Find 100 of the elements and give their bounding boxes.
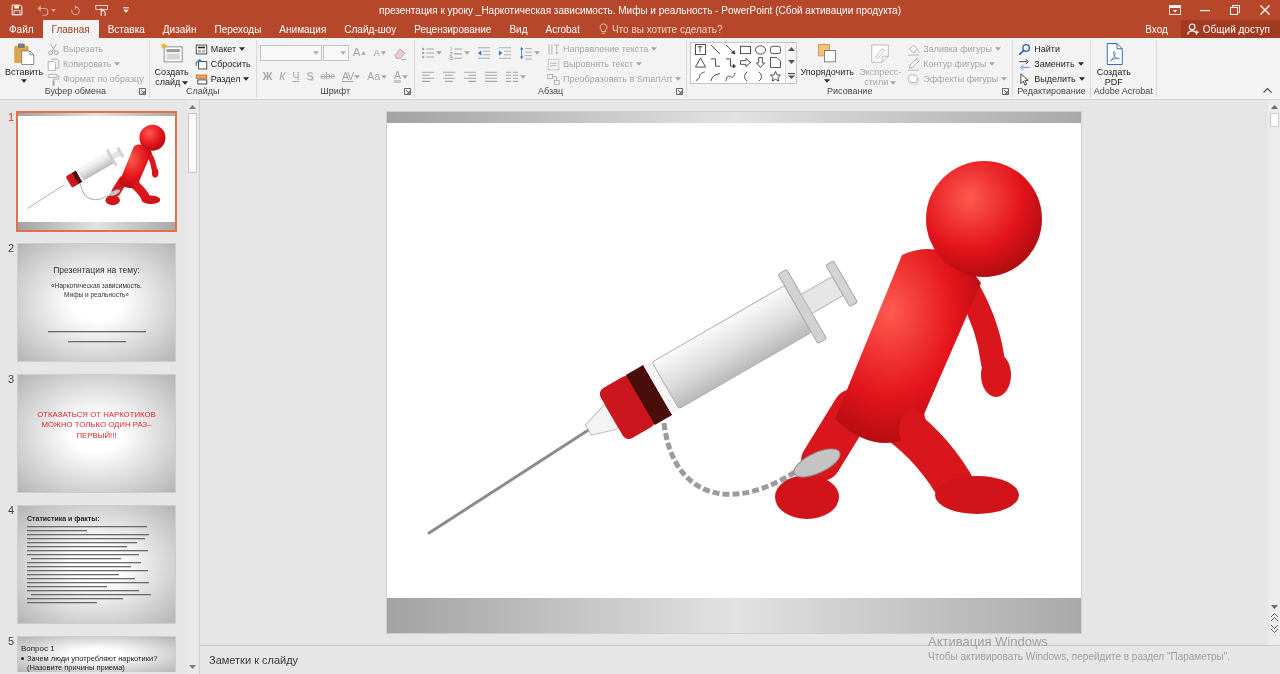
caret-icon [51, 8, 56, 12]
bullet-list-icon [421, 45, 436, 60]
notes-field[interactable]: Заметки к слайду [209, 654, 769, 666]
hand-pointer-icon [95, 3, 109, 17]
ribbon-tab[interactable]: Файл [0, 20, 43, 38]
create-pdf-button[interactable]: Создать PDF [1093, 41, 1134, 87]
sign-in-link[interactable]: Вход [1136, 20, 1177, 38]
scroll-up-icon[interactable] [189, 105, 196, 109]
arrow-icon[interactable] [725, 44, 737, 55]
pencil-icon [907, 57, 921, 71]
lightbulb-icon [598, 23, 608, 35]
reset-button[interactable]: Сбросить [192, 57, 253, 71]
slide-number: 4 [7, 504, 16, 517]
chevron-up-icon[interactable] [1263, 88, 1272, 93]
align-right-icon [463, 69, 478, 84]
ribbon-tab[interactable]: Acrobat [536, 20, 589, 38]
new-slide-button[interactable]: Создать слайд [152, 41, 191, 87]
elbow-connector-icon[interactable] [710, 57, 722, 69]
stacked-boxes-icon [194, 72, 208, 86]
star-icon[interactable] [770, 70, 782, 82]
squiggle-icon[interactable] [695, 70, 707, 82]
slide-title: Вопрос 1 [21, 643, 56, 654]
scroll-down-icon[interactable] [787, 60, 795, 64]
arc-icon[interactable] [710, 70, 722, 82]
slide-canvas[interactable] [387, 112, 1081, 633]
ribbon-tab[interactable]: Вид [500, 20, 537, 38]
ribbon-tab[interactable]: Анимация [270, 20, 336, 38]
ribbon-tab[interactable]: Переходы [205, 20, 271, 38]
double-chevron-up-icon[interactable] [1270, 613, 1278, 621]
tell-me-field[interactable]: Что вы хотите сделать? [611, 23, 728, 35]
rounded-rectangle-icon[interactable] [770, 44, 782, 55]
clipboard-icon [12, 42, 36, 66]
dialog-launcher-icon[interactable] [404, 87, 412, 95]
vertical-scrollbar[interactable] [187, 100, 198, 674]
undo-icon [37, 4, 49, 16]
line-spacing-icon [519, 45, 534, 60]
dialog-launcher-icon[interactable] [676, 87, 684, 95]
scroll-up-icon[interactable] [1270, 105, 1278, 109]
numbered-list-icon [449, 45, 464, 60]
dialog-launcher-icon[interactable] [1002, 87, 1010, 95]
scissors-icon [47, 42, 60, 56]
right-arrow-icon[interactable] [740, 57, 752, 69]
slide-number: 2 [7, 242, 16, 255]
paste-button[interactable]: Вставить [5, 41, 43, 83]
line-icon[interactable] [710, 44, 722, 55]
ribbon-tab[interactable]: Дизайн [153, 20, 206, 38]
ribbon-tab[interactable]: Слайд-шоу [335, 20, 406, 38]
scroll-up-icon[interactable] [787, 47, 795, 52]
shape-gallery[interactable] [690, 42, 798, 84]
share-button[interactable]: Общий доступ [1180, 20, 1280, 38]
scroll-down-icon[interactable] [1270, 605, 1278, 609]
ribbon-tab[interactable]: Вставка [98, 20, 154, 38]
triangle-down-icon [380, 50, 386, 55]
ribbon-tab[interactable]: Рецензирование [405, 20, 501, 38]
shadowed-rectangle-icon [907, 72, 921, 86]
bullet-icon [21, 657, 24, 660]
scroll-down-icon[interactable] [189, 665, 196, 669]
increase-indent-icon [498, 45, 513, 60]
slide-number: 3 [7, 373, 16, 386]
rectangle-icon[interactable] [740, 44, 752, 55]
curve-icon[interactable] [725, 70, 737, 82]
slide-thumbnail[interactable] [16, 111, 177, 232]
columns-icon [505, 69, 520, 84]
dropdown-icon [123, 7, 129, 13]
activation-message: Чтобы активировать Windows, перейдите в раздел "Параметры". [928, 651, 1231, 663]
ribbon-tab[interactable]: Главная [42, 20, 99, 38]
dialog-launcher-icon[interactable] [138, 87, 146, 95]
replace-button[interactable]: Заменить [1016, 57, 1087, 71]
paint-roller-icon [47, 72, 60, 86]
group-label: Слайды [185, 86, 220, 96]
arrange-button[interactable]: Упорядочить [799, 41, 856, 83]
save-icon [11, 4, 23, 16]
copy-icon [47, 57, 60, 71]
down-arrow-icon[interactable] [755, 57, 767, 69]
diagram-icon [547, 72, 561, 86]
scrollbar-thumb[interactable] [188, 113, 197, 173]
slide-number: 1 [7, 111, 16, 124]
ribbon-options-icon [1169, 5, 1181, 15]
dashed-box-icon [547, 57, 561, 71]
oval-icon[interactable] [755, 44, 767, 55]
elbow-arrow-icon[interactable] [725, 57, 737, 69]
layout-button[interactable]: Макет [192, 42, 253, 56]
close-icon [1260, 5, 1270, 15]
paint-bucket-icon [907, 42, 921, 56]
select-button[interactable]: Выделить [1016, 72, 1087, 86]
section-button[interactable]: Раздел [192, 72, 253, 86]
more-icon[interactable] [787, 72, 795, 79]
group-label: Редактирование [1017, 86, 1086, 96]
group-label: Буфер обмена [44, 86, 106, 96]
cursor-icon [1018, 72, 1032, 86]
vertical-scrollbar[interactable] [1268, 100, 1280, 645]
triangle-icon[interactable] [695, 57, 707, 69]
group-label: Рисование [827, 86, 873, 96]
find-button[interactable]: Найти [1016, 42, 1087, 56]
caret-icon [339, 50, 346, 55]
align-center-icon [442, 69, 457, 84]
restore-icon [1230, 5, 1240, 15]
double-chevron-down-icon[interactable] [1270, 625, 1278, 633]
text-box-icon[interactable] [695, 44, 707, 55]
scrollbar-thumb[interactable] [1269, 113, 1279, 127]
